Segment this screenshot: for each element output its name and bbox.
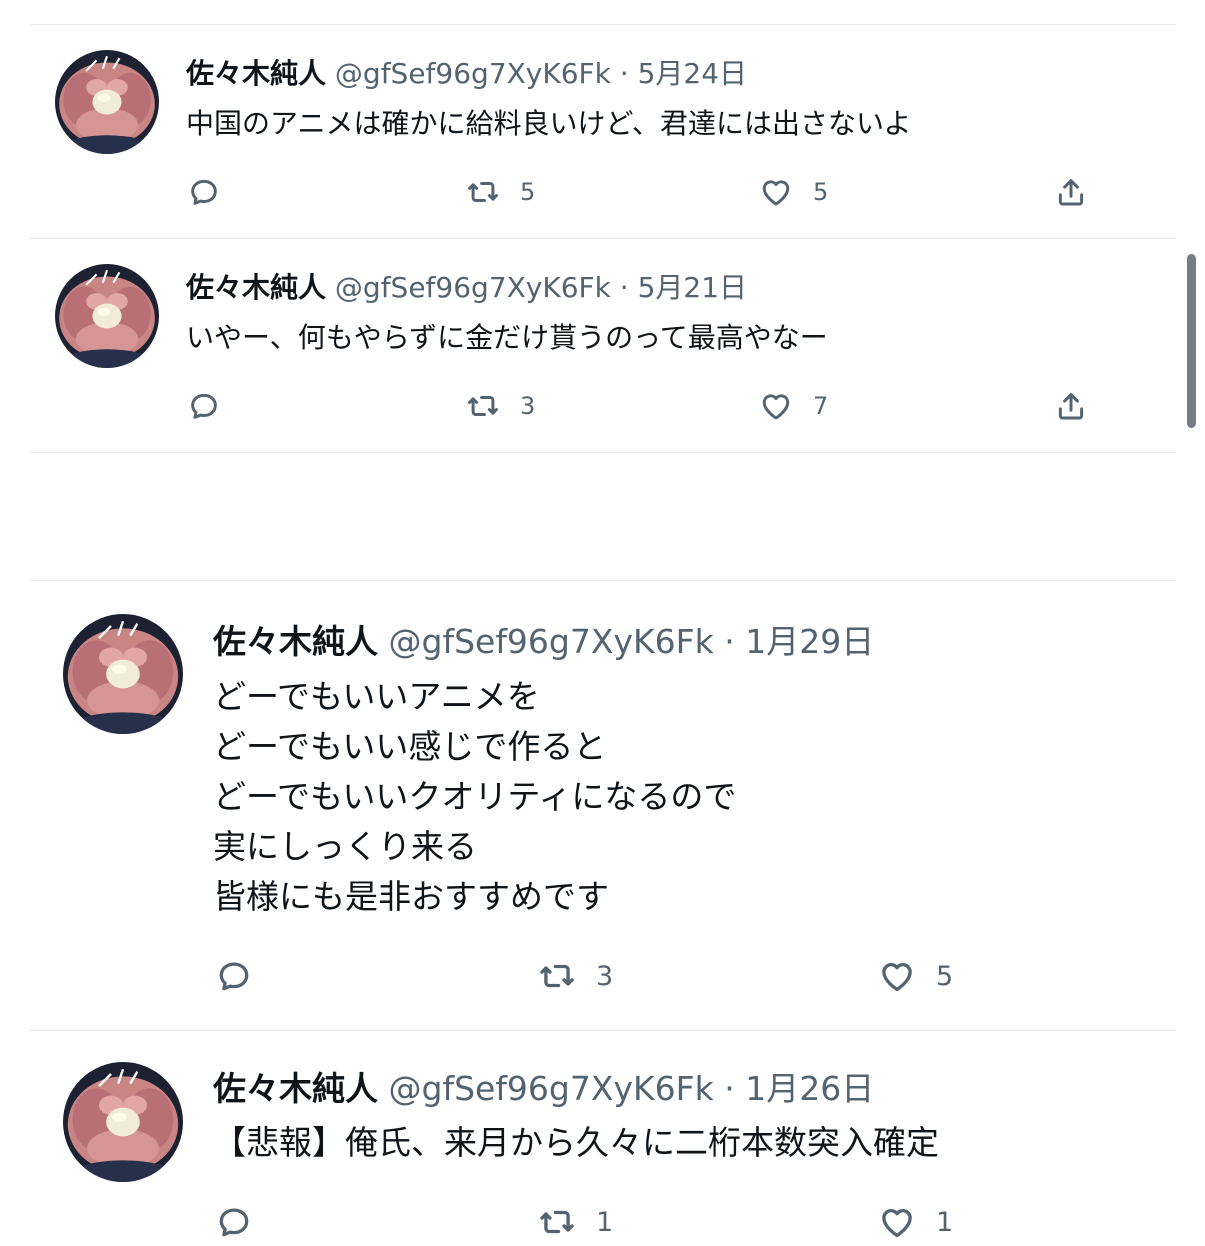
reply-button[interactable] <box>187 172 221 212</box>
tweet-date[interactable]: 1月26日 <box>745 1069 874 1108</box>
divider <box>30 580 1176 581</box>
tweet-actions: 3 7 <box>0 386 1100 426</box>
tweet-header: 佐々木純人 @gfSef96g7XyK6Fk · 1月26日 <box>213 1069 874 1109</box>
retweet-count: 3 <box>596 960 614 992</box>
separator: · <box>724 622 735 661</box>
heart-icon <box>759 175 793 209</box>
like-button[interactable]: 1 <box>878 1202 953 1242</box>
heart-icon <box>878 1203 916 1241</box>
tweet-actions: 3 5 <box>0 956 1100 996</box>
retweet-button[interactable]: 3 <box>466 386 535 426</box>
reply-icon <box>187 389 221 423</box>
tweet-date[interactable]: 1月29日 <box>745 622 874 661</box>
reply-icon <box>215 1203 253 1241</box>
tweet-header: 佐々木純人 @gfSef96g7XyK6Fk · 1月29日 <box>213 622 874 662</box>
handle[interactable]: @gfSef96g7XyK6Fk <box>389 1069 714 1108</box>
avatar[interactable] <box>55 264 159 368</box>
display-name[interactable]: 佐々木純人 <box>186 271 326 304</box>
divider <box>30 452 1176 453</box>
like-button[interactable]: 5 <box>878 956 953 996</box>
retweet-button[interactable]: 5 <box>466 172 535 212</box>
divider <box>30 238 1176 239</box>
like-count: 5 <box>936 960 954 992</box>
share-button[interactable] <box>1054 386 1088 426</box>
display-name[interactable]: 佐々木純人 <box>213 1069 378 1108</box>
like-count: 7 <box>813 392 829 420</box>
retweet-icon <box>538 957 576 995</box>
retweet-count: 1 <box>596 1206 614 1238</box>
reply-icon <box>187 175 221 209</box>
share-button[interactable] <box>1054 172 1088 212</box>
like-button[interactable]: 5 <box>759 172 828 212</box>
tweet-header: 佐々木純人 @gfSef96g7XyK6Fk · 5月21日 <box>186 271 747 305</box>
retweet-icon <box>466 175 500 209</box>
tweet-text: 【悲報】俺氏、来月から久々に二桁本数突入確定 <box>213 1123 939 1162</box>
avatar[interactable] <box>55 50 159 154</box>
tweet-date[interactable]: 5月21日 <box>638 271 747 304</box>
handle[interactable]: @gfSef96g7XyK6Fk <box>335 57 611 90</box>
scrollbar-thumb[interactable] <box>1187 254 1196 428</box>
tweet-text: いやー、何もやらずに金だけ貰うのって最高やなー <box>186 321 828 354</box>
separator: · <box>619 57 629 90</box>
separator: · <box>724 1069 735 1108</box>
display-name[interactable]: 佐々木純人 <box>186 57 326 90</box>
handle[interactable]: @gfSef96g7XyK6Fk <box>389 622 714 661</box>
like-count: 5 <box>813 178 829 206</box>
share-icon <box>1054 175 1088 209</box>
reply-icon <box>215 957 253 995</box>
display-name[interactable]: 佐々木純人 <box>213 622 378 661</box>
tweet-actions: 1 1 <box>0 1202 1100 1242</box>
avatar[interactable] <box>63 1062 183 1182</box>
retweet-count: 3 <box>520 392 536 420</box>
heart-icon <box>759 389 793 423</box>
divider <box>30 1030 1176 1031</box>
separator: · <box>619 271 629 304</box>
retweet-icon <box>538 1203 576 1241</box>
share-icon <box>1054 389 1088 423</box>
reply-button[interactable] <box>215 1202 253 1242</box>
like-button[interactable]: 7 <box>759 386 828 426</box>
tweet-date[interactable]: 5月24日 <box>638 57 747 90</box>
divider <box>30 24 1176 25</box>
avatar[interactable] <box>63 614 183 734</box>
handle[interactable]: @gfSef96g7XyK6Fk <box>335 271 611 304</box>
reply-button[interactable] <box>215 956 253 996</box>
heart-icon <box>878 957 916 995</box>
retweet-button[interactable]: 3 <box>538 956 613 996</box>
retweet-icon <box>466 389 500 423</box>
retweet-button[interactable]: 1 <box>538 1202 613 1242</box>
reply-button[interactable] <box>187 386 221 426</box>
tweet-header: 佐々木純人 @gfSef96g7XyK6Fk · 5月24日 <box>186 57 747 91</box>
retweet-count: 5 <box>520 178 536 206</box>
like-count: 1 <box>936 1206 954 1238</box>
tweet-actions: 5 5 <box>0 172 1100 212</box>
tweet-text: どーでもいいアニメを どーでもいい感じで作ると どーでもいいクオリティになるので… <box>213 677 737 916</box>
tweet-text: 中国のアニメは確かに給料良いけど、君達には出さないよ <box>186 107 912 140</box>
